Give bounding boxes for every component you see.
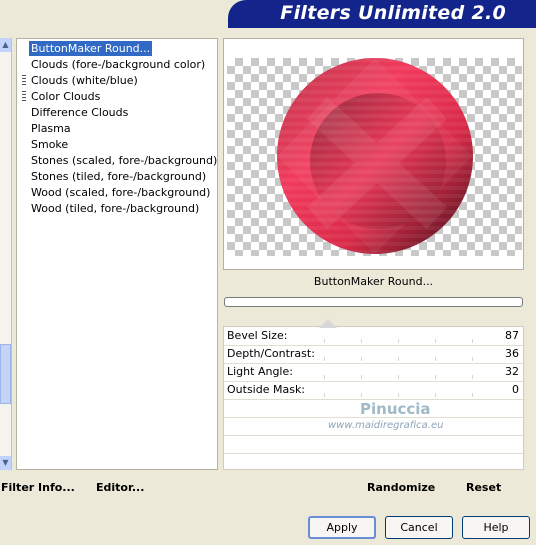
- filter-info-button[interactable]: Filter Info...: [1, 481, 75, 494]
- list-item[interactable]: Clouds (fore-/background color): [29, 57, 207, 72]
- parameter-panel: Bevel Size: 87 Depth/Contrast: 36 Light …: [223, 319, 524, 470]
- scroll-up-icon[interactable]: ▲: [0, 38, 11, 52]
- param-row-bevel-size[interactable]: Bevel Size: 87: [224, 327, 523, 346]
- param-value: 0: [512, 383, 519, 396]
- param-row-outside-mask[interactable]: Outside Mask: 0: [224, 381, 523, 400]
- list-item[interactable]: Plasma: [29, 121, 73, 136]
- grip-icon: [22, 91, 26, 102]
- param-slider[interactable]: [324, 393, 474, 397]
- watermark-url: www.maidiregrafica.eu: [328, 420, 444, 431]
- apply-button[interactable]: Apply: [308, 516, 376, 539]
- randomize-button[interactable]: Randomize: [367, 481, 435, 494]
- param-label: Depth/Contrast:: [227, 347, 315, 360]
- cancel-button[interactable]: Cancel: [385, 516, 453, 539]
- title-banner: Filters Unlimited 2.0: [228, 0, 536, 28]
- list-item[interactable]: Color Clouds: [29, 89, 102, 104]
- param-value: 36: [505, 347, 519, 360]
- preview-filter-name: ButtonMaker Round...: [313, 275, 434, 288]
- param-label: Light Angle:: [227, 365, 293, 378]
- preview-canvas: [227, 58, 522, 256]
- reset-button[interactable]: Reset: [466, 481, 501, 494]
- progress-bar: [224, 297, 523, 307]
- filter-list-scrollbar[interactable]: ▲ ▼: [0, 38, 12, 470]
- list-item[interactable]: Clouds (white/blue): [29, 73, 140, 88]
- grip-icon: [22, 75, 26, 86]
- round-button-preview: [277, 58, 473, 254]
- param-label: Outside Mask:: [227, 383, 306, 396]
- filter-list: ButtonMaker Round... Clouds (fore-/backg…: [16, 38, 218, 470]
- param-slider[interactable]: [324, 375, 474, 379]
- editor-button[interactable]: Editor...: [96, 481, 144, 494]
- param-row-light-angle[interactable]: Light Angle: 32: [224, 363, 523, 382]
- param-label: Bevel Size:: [227, 329, 288, 342]
- help-button[interactable]: Help: [462, 516, 530, 539]
- list-item[interactable]: Stones (tiled, fore-/background): [29, 169, 208, 184]
- list-item[interactable]: Difference Clouds: [29, 105, 130, 120]
- param-row-depth-contrast[interactable]: Depth/Contrast: 36: [224, 345, 523, 364]
- param-row-empty: [224, 435, 523, 454]
- param-slider[interactable]: [324, 339, 474, 343]
- watermark-name: Pinuccia: [360, 400, 431, 418]
- preview-panel: [223, 38, 524, 270]
- param-value: 32: [505, 365, 519, 378]
- scroll-down-icon[interactable]: ▼: [0, 456, 11, 470]
- list-item[interactable]: Stones (scaled, fore-/background): [29, 153, 219, 168]
- list-item[interactable]: Wood (tiled, fore-/background): [29, 201, 201, 216]
- param-slider[interactable]: [324, 357, 474, 361]
- list-item[interactable]: Smoke: [29, 137, 70, 152]
- app-title: Filters Unlimited 2.0: [280, 2, 506, 24]
- scroll-thumb[interactable]: [0, 344, 11, 404]
- list-item[interactable]: Wood (scaled, fore-/background): [29, 185, 212, 200]
- param-value: 87: [505, 329, 519, 342]
- list-item[interactable]: ButtonMaker Round...: [29, 41, 153, 56]
